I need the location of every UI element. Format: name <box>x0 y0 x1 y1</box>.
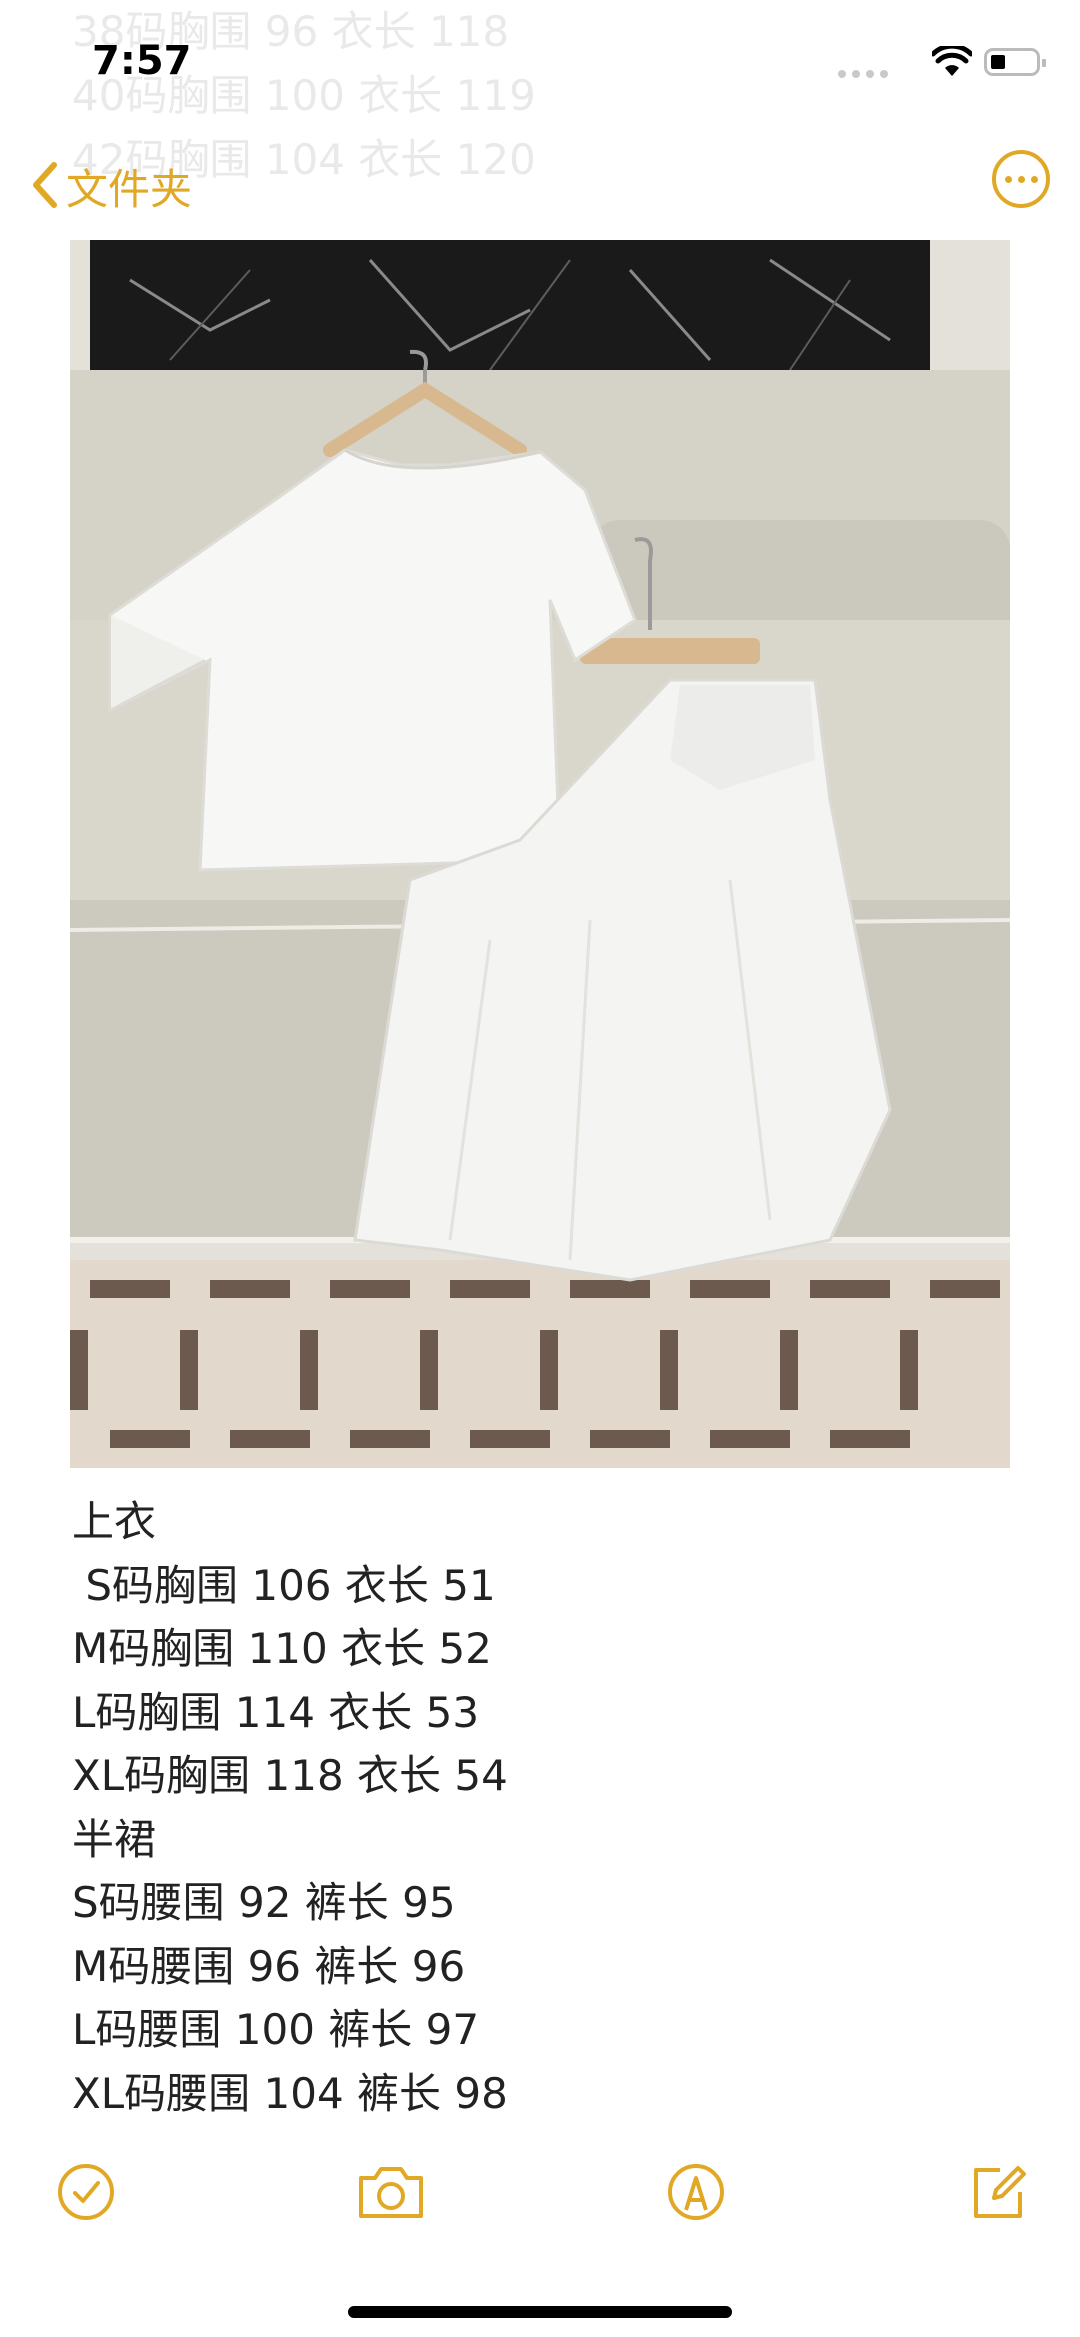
note-line: 半裙 <box>72 1814 157 1864</box>
note-line: M码腰围 96 裤长 96 <box>72 1941 466 1991</box>
home-indicator[interactable] <box>348 2306 732 2318</box>
note-line: S码胸围 106 衣长 51 <box>72 1560 496 1610</box>
attached-photo[interactable] <box>70 240 1010 1468</box>
checklist-icon <box>58 2164 114 2220</box>
note-line: XL码腰围 104 裤长 98 <box>72 2068 508 2118</box>
status-bar: 7:57 <box>0 0 1080 130</box>
bottom-toolbar <box>0 2160 1080 2230</box>
note-line: 上衣 <box>72 1497 157 1546</box>
note-line: L码腰围 100 裤长 97 <box>72 2005 480 2054</box>
compose-button[interactable] <box>966 2160 1030 2224</box>
note-line: XL码胸围 118 衣长 54 <box>72 1751 508 1800</box>
back-button[interactable]: 文件夹 <box>30 156 192 217</box>
status-time: 7:57 <box>92 38 192 84</box>
back-label: 文件夹 <box>66 165 193 214</box>
note-line: S码腰围 92 裤长 95 <box>72 1878 456 1927</box>
camera-icon <box>359 2167 423 2218</box>
checklist-button[interactable] <box>54 2160 118 2224</box>
navigation-bar: 文件夹 <box>0 140 1080 230</box>
chevron-left-icon <box>30 159 60 215</box>
battery-icon <box>984 48 1046 76</box>
markup-button[interactable] <box>664 2160 728 2224</box>
camera-button[interactable] <box>355 2160 427 2224</box>
markup-icon <box>668 2164 724 2220</box>
wifi-icon <box>930 43 974 82</box>
note-line: L码胸围 114 衣长 53 <box>72 1687 480 1737</box>
note-line: M码胸围 110 衣长 52 <box>72 1624 492 1673</box>
more-options-button[interactable] <box>992 150 1050 208</box>
compose-icon <box>974 2166 1026 2218</box>
ellipsis-circle-icon <box>1004 175 1012 183</box>
cellular-signal-icon <box>838 70 888 78</box>
note-body[interactable]: 上衣 S码胸围 106 衣长 51 M码胸围 110 衣长 52 L码胸围 11… <box>72 1490 508 2125</box>
